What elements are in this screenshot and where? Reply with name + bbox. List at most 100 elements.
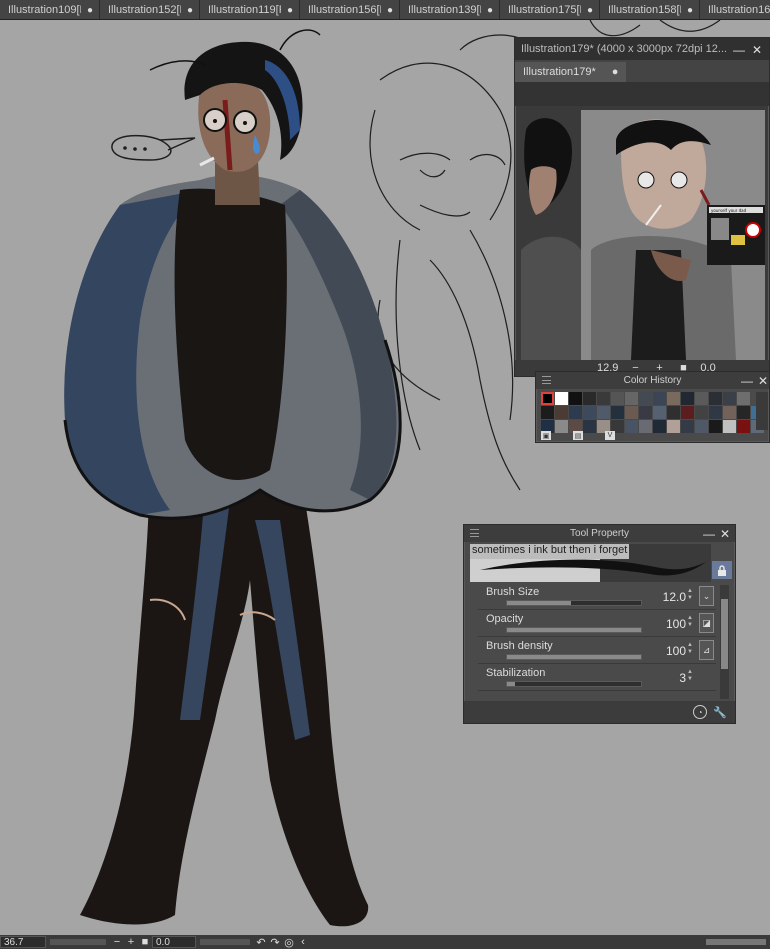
color-swatch[interactable] <box>695 406 708 419</box>
close-icon[interactable]: ✕ <box>755 372 770 389</box>
color-swatch[interactable] <box>569 392 582 405</box>
color-swatch[interactable] <box>597 406 610 419</box>
minimize-icon[interactable]: — <box>739 372 755 389</box>
stabilization-slider[interactable] <box>506 681 642 687</box>
color-swatch[interactable] <box>625 406 638 419</box>
canvas-zoom-field[interactable]: 36.7 <box>0 936 46 948</box>
color-swatch[interactable] <box>737 406 750 419</box>
color-swatch[interactable] <box>639 392 652 405</box>
canvas-rotation-field[interactable]: 0.0 <box>152 936 196 948</box>
tab-illustration179[interactable]: Illustration179* ● <box>515 62 627 82</box>
color-swatch[interactable] <box>695 420 708 433</box>
unsaved-dot-icon: ● <box>686 4 693 16</box>
opacity-slider[interactable] <box>506 627 642 633</box>
rotate-right-icon[interactable]: ↷ <box>268 936 282 949</box>
color-swatch[interactable] <box>653 420 666 433</box>
color-swatch[interactable] <box>709 392 722 405</box>
reset-rotation-icon[interactable]: ◎ <box>282 936 296 949</box>
tab-illustration158[interactable]: Illustration158[R ● <box>600 0 700 19</box>
tab-illustration16[interactable]: Illustration16( <box>700 0 770 19</box>
brush-size-slider[interactable] <box>506 600 642 606</box>
spin-arrows-icon[interactable]: ▲ ▼ <box>687 615 694 631</box>
color-swatch[interactable] <box>737 392 750 405</box>
tab-illustration109[interactable]: Illustration109[R ● <box>0 0 100 19</box>
tab-illustration119[interactable]: Illustration119[R ● <box>200 0 300 19</box>
tool-property-scrollbar[interactable] <box>720 585 729 699</box>
tab-illustration175[interactable]: Illustration175[R ● <box>500 0 600 19</box>
color-swatch[interactable] <box>737 420 750 433</box>
lock-icon[interactable] <box>712 561 732 579</box>
color-swatch[interactable] <box>541 392 554 405</box>
color-swatch[interactable] <box>653 406 666 419</box>
minimize-icon[interactable]: — <box>701 525 717 542</box>
color-swatch[interactable] <box>639 420 652 433</box>
close-icon[interactable]: ✕ <box>749 41 765 58</box>
horizontal-scrollbar[interactable] <box>706 939 766 945</box>
color-swatch[interactable] <box>625 392 638 405</box>
color-swatch[interactable] <box>555 406 568 419</box>
color-swatch[interactable] <box>653 392 666 405</box>
set-color-icon[interactable]: ▤ <box>573 431 583 440</box>
color-swatch[interactable] <box>597 392 610 405</box>
property-opacity[interactable]: Opacity 100 ▲ ▼ ◪ <box>478 610 716 637</box>
color-swatch[interactable] <box>695 392 708 405</box>
zoom-out-icon[interactable]: − <box>110 936 124 948</box>
color-history-panel[interactable]: Color History — ✕ ▣ ▤ V <box>535 371 770 443</box>
property-stabilization[interactable]: Stabilization 3 ▲ ▼ <box>478 664 716 691</box>
color-history-footer: ▣ ▤ V <box>541 431 615 440</box>
color-swatch[interactable] <box>681 420 694 433</box>
close-icon[interactable]: ✕ <box>717 525 733 542</box>
color-swatch[interactable] <box>569 406 582 419</box>
color-swatch[interactable] <box>583 406 596 419</box>
zoom-slider[interactable] <box>50 939 106 945</box>
color-swatch[interactable] <box>681 406 694 419</box>
tool-property-footer: ◔ 🔧 <box>464 701 735 723</box>
color-swatch[interactable] <box>541 406 554 419</box>
color-swatch[interactable] <box>709 420 722 433</box>
color-swatch[interactable] <box>723 420 736 433</box>
menu-icon[interactable] <box>470 529 479 537</box>
tab-illustration156[interactable]: Illustration156[R ● <box>300 0 400 19</box>
color-swatch[interactable] <box>583 392 596 405</box>
save-color-icon[interactable]: ▣ <box>541 431 551 440</box>
spin-arrows-icon[interactable]: ▲ ▼ <box>687 642 694 658</box>
unsaved-dot-icon: ● <box>486 4 493 16</box>
color-swatch[interactable] <box>625 420 638 433</box>
color-history-scrollbar[interactable] <box>756 392 768 430</box>
property-brush-size[interactable]: Brush Size 12.0 ▲ ▼ ⌄ <box>478 583 716 610</box>
tool-property-panel[interactable]: Tool Property — ✕ sometimes i ink but th… <box>463 524 736 724</box>
color-swatch[interactable] <box>667 392 680 405</box>
brush-size-dynamics-icon[interactable]: ⌄ <box>699 586 714 606</box>
color-swatch[interactable] <box>611 406 624 419</box>
brush-density-slider[interactable] <box>506 654 642 660</box>
color-swatch[interactable] <box>611 392 624 405</box>
color-swatch[interactable] <box>667 420 680 433</box>
menu-icon[interactable] <box>542 376 551 384</box>
opacity-dynamics-icon[interactable]: ◪ <box>699 613 714 633</box>
color-swatch[interactable] <box>667 406 680 419</box>
color-swatch[interactable] <box>723 406 736 419</box>
spin-arrows-icon[interactable]: ▲ ▼ <box>687 669 694 685</box>
color-swatch[interactable] <box>709 406 722 419</box>
wrench-icon[interactable]: 🔧 <box>713 706 727 719</box>
navigator-window[interactable]: Illustration179* (4000 x 3000px 72dpi 12… <box>514 37 770 377</box>
zoom-in-icon[interactable]: + <box>124 936 138 948</box>
minimize-icon[interactable]: — <box>731 41 747 58</box>
color-swatch[interactable] <box>555 392 568 405</box>
rotate-left-icon[interactable]: ↶ <box>254 936 268 949</box>
chevron-left-icon[interactable]: ‹ <box>296 936 310 948</box>
brush-density-dynamics-icon[interactable]: ⊿ <box>699 640 714 660</box>
color-swatch[interactable] <box>681 392 694 405</box>
property-brush-density[interactable]: Brush density 100 ▲ ▼ ⊿ <box>478 637 716 664</box>
tool-settings-icon[interactable]: ◔ <box>693 705 707 719</box>
tool-property-list: Brush Size 12.0 ▲ ▼ ⌄ Opacity 100 ▲ ▼ ◪ Br… <box>478 583 716 691</box>
spin-arrows-icon[interactable]: ▲ ▼ <box>687 588 694 604</box>
navigator-preview[interactable]: yourself your dad <box>521 110 765 360</box>
view-color-icon[interactable]: V <box>605 431 615 440</box>
color-swatch[interactable] <box>639 406 652 419</box>
tab-illustration152[interactable]: Illustration152[R ● <box>100 0 200 19</box>
color-swatch[interactable] <box>723 392 736 405</box>
rotation-slider[interactable] <box>200 939 250 945</box>
tab-illustration139[interactable]: Illustration139[R ● <box>400 0 500 19</box>
fit-icon[interactable]: ■ <box>138 936 152 948</box>
